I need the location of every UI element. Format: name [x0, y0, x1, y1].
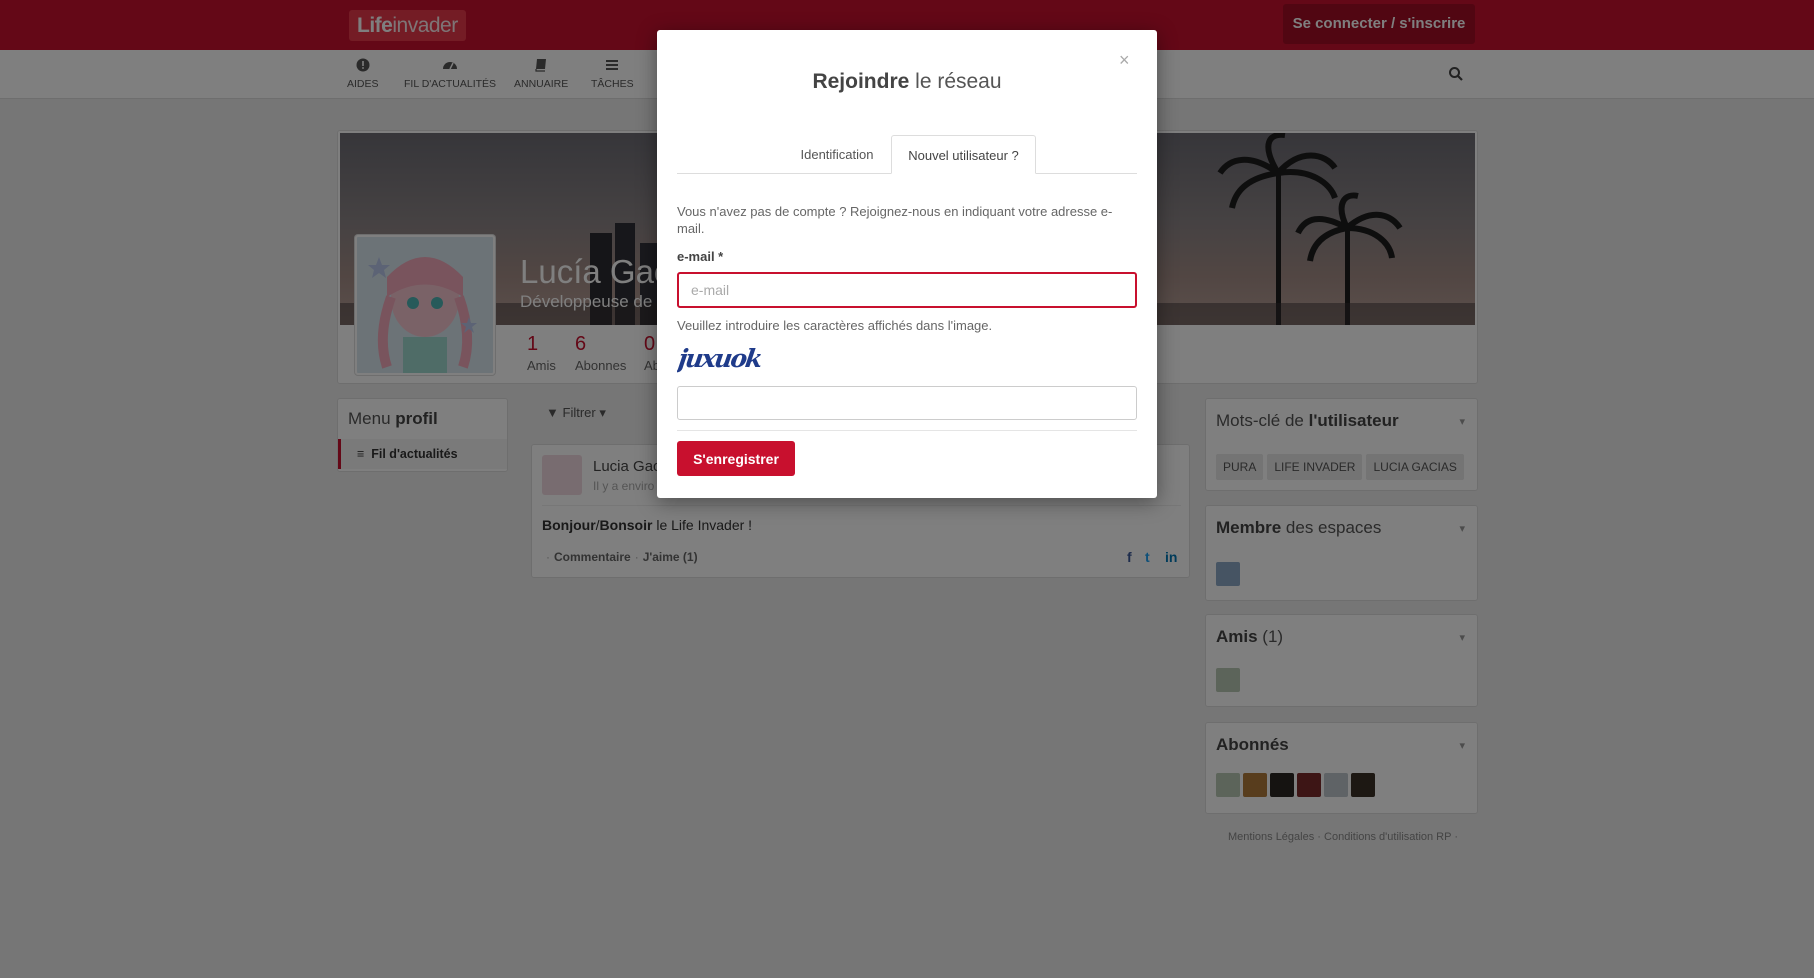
register-button[interactable]: S'enregistrer — [677, 441, 795, 476]
email-label: e-mail * — [677, 249, 724, 264]
svg-text:juxuok: juxuok — [677, 343, 764, 373]
divider — [677, 430, 1137, 431]
email-input[interactable] — [677, 272, 1137, 308]
captcha-input[interactable] — [677, 386, 1137, 420]
register-modal: × Rejoindre le réseau Identification Nou… — [657, 30, 1157, 498]
tab-identification[interactable]: Identification — [781, 135, 893, 174]
captcha-hint: Veuillez introduire les caractères affic… — [677, 318, 993, 333]
register-help-text: Vous n'avez pas de compte ? Rejoignez-no… — [677, 204, 1113, 236]
captcha-image: juxuok — [671, 340, 777, 376]
modal-title: Rejoindre le réseau — [812, 70, 1002, 93]
tab-new-user[interactable]: Nouvel utilisateur ? — [891, 135, 1036, 174]
close-icon[interactable]: × — [1119, 50, 1130, 71]
